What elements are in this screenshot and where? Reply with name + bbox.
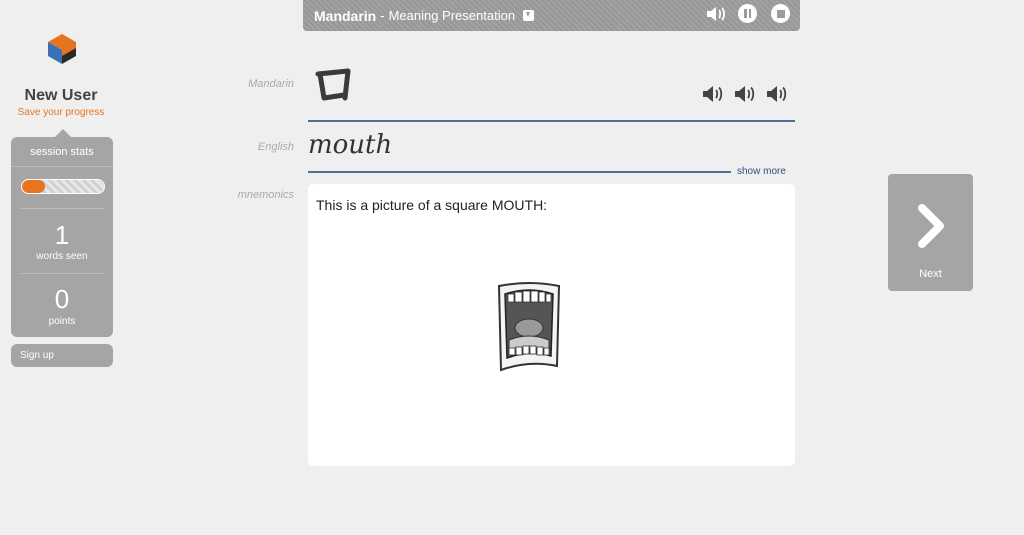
next-button[interactable]: Next	[888, 174, 973, 291]
mnemonic-panel: This is a picture of a square MOUTH:	[308, 184, 795, 466]
points-count: 0	[54, 284, 70, 314]
user-name: New User	[24, 87, 98, 104]
english-label: English	[257, 141, 294, 153]
chevron-right-icon	[918, 204, 944, 248]
pronunciation-speakers	[702, 84, 790, 104]
session-stats-header: session stats	[11, 137, 113, 167]
stats-divider	[20, 208, 104, 209]
show-more-link[interactable]: show more	[737, 166, 786, 177]
sign-up-button[interactable]: Sign up	[11, 344, 113, 367]
mnemonics-label: mnemonics	[237, 189, 294, 201]
words-seen-count: 1	[54, 220, 70, 250]
words-seen-label: words seen	[36, 251, 88, 262]
session-stats-panel: session stats 1 words seen 0 points	[11, 129, 113, 337]
mouth-illustration	[495, 280, 563, 374]
session-progress-fill	[22, 180, 45, 193]
session-progress-bar	[21, 179, 105, 194]
save-progress-link[interactable]: Save your progress	[0, 107, 122, 118]
next-label: Next	[919, 268, 942, 280]
mandarin-character-icon	[314, 68, 354, 102]
mandarin-label: Mandarin	[248, 78, 294, 90]
speaker-icon[interactable]	[734, 84, 758, 104]
app-logo	[44, 30, 80, 66]
top-bar: Mandarin - Meaning Presentation	[303, 0, 800, 31]
mode-title: Meaning Presentation	[388, 8, 516, 23]
english-divider	[308, 171, 731, 173]
speaker-icon[interactable]	[766, 84, 790, 104]
language-title: Mandarin	[314, 7, 377, 24]
volume-icon[interactable]	[706, 5, 725, 23]
english-word: mouth	[308, 130, 393, 160]
stats-divider	[20, 273, 104, 274]
playback-controls	[706, 4, 790, 23]
mandarin-divider	[308, 120, 795, 122]
stop-icon[interactable]	[771, 4, 790, 23]
pause-icon[interactable]	[738, 4, 757, 23]
speaker-icon[interactable]	[702, 84, 726, 104]
mnemonic-text: This is a picture of a square MOUTH:	[316, 197, 548, 213]
points-label: points	[48, 316, 76, 327]
title-separator: -	[380, 8, 385, 23]
dropdown-arrow-icon[interactable]	[523, 10, 535, 21]
